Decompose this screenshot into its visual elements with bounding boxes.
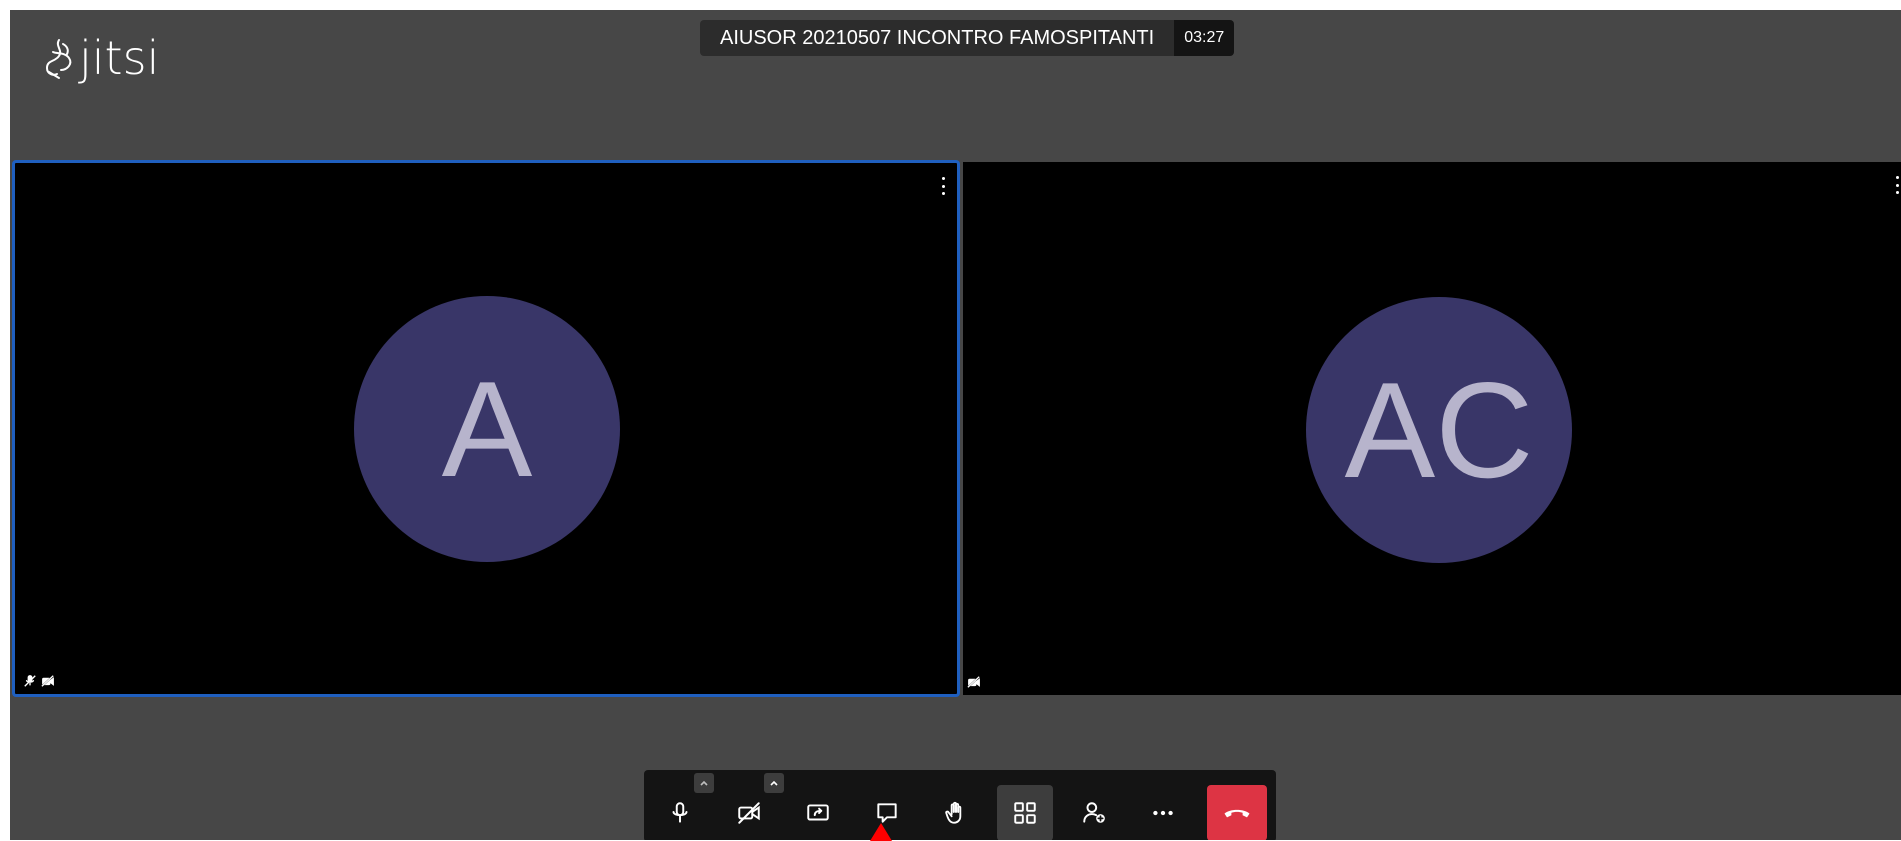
invite-people-icon (1083, 802, 1105, 823)
conference-stage: jitsi AIUSOR 20210507 INCONTRO FAMOSPITA… (10, 10, 1901, 840)
participant-tile-local[interactable]: A (12, 160, 960, 697)
invite-people-button[interactable] (1066, 785, 1122, 840)
avatar: A (354, 296, 620, 562)
logo-text: jitsi (79, 31, 160, 85)
meeting-title: AIUSOR 20210507 INCONTRO FAMOSPITANTI (700, 20, 1175, 56)
hangup-button[interactable] (1207, 785, 1267, 840)
conference-subject: AIUSOR 20210507 INCONTRO FAMOSPITANTI 03… (700, 20, 1235, 56)
camera-button[interactable] (721, 785, 777, 840)
microphone-icon (672, 802, 688, 823)
camera-off-icon (967, 676, 980, 688)
kebab-menu-icon[interactable] (1891, 176, 1901, 194)
microphone-button[interactable] (652, 785, 708, 840)
annotation-arrow-icon (870, 823, 892, 841)
tile-status-indicators (967, 675, 981, 689)
more-options-icon (1153, 810, 1173, 816)
kebab-menu-icon[interactable] (937, 177, 949, 195)
share-screen-icon (807, 804, 829, 821)
share-screen-button[interactable] (790, 785, 846, 840)
hangup-icon (1224, 809, 1250, 818)
camera-off-icon (41, 675, 54, 687)
tile-view-button[interactable] (997, 785, 1053, 840)
jitsi-watermark-icon (45, 39, 72, 79)
meeting-timer: 03:27 (1174, 20, 1235, 56)
toolbar (644, 770, 1276, 840)
tile-status-indicators (23, 674, 55, 688)
camera-off-icon (738, 802, 760, 824)
avatar: AC (1306, 297, 1572, 563)
raise-hand-button[interactable] (928, 785, 984, 840)
jitsi-logo[interactable]: jitsi (41, 32, 159, 84)
participant-tile-remote[interactable]: AC (963, 162, 1901, 695)
mic-muted-icon (24, 675, 36, 687)
tile-view-icon (1014, 802, 1036, 824)
more-options-button[interactable] (1135, 785, 1191, 840)
raise-hand-icon (945, 801, 962, 824)
